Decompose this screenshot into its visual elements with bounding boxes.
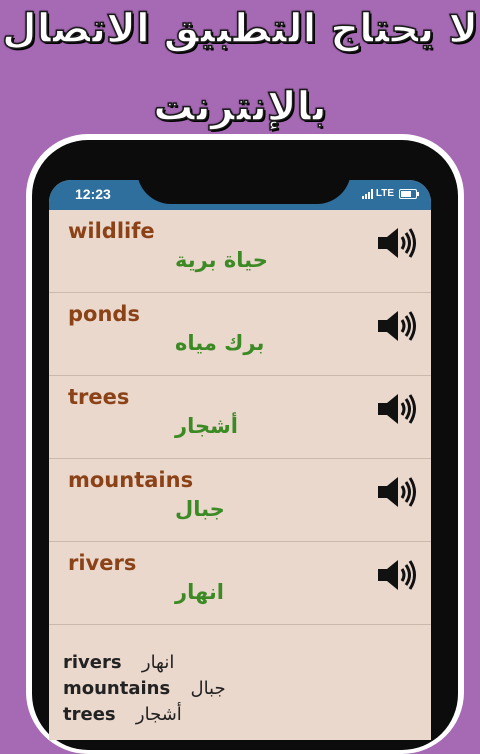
english-word: rivers xyxy=(68,551,137,575)
arabic-word: انهار xyxy=(175,580,224,604)
summary-line: mountains جبال xyxy=(63,678,226,702)
banner-line-1: لا يحتاج التطبيق الاتصال xyxy=(1,5,478,53)
arabic-word: أشجار xyxy=(175,414,238,438)
word-row[interactable]: mountains جبال xyxy=(49,459,431,542)
summary-arabic: أشجار xyxy=(135,704,182,725)
speaker-icon[interactable] xyxy=(375,226,419,260)
speaker-icon[interactable] xyxy=(375,309,419,343)
phone-notch xyxy=(137,140,351,204)
summary-line: rivers انهار xyxy=(63,652,174,676)
english-word: trees xyxy=(68,385,130,409)
banner-line-2: بالإنترنت xyxy=(153,83,328,131)
status-indicators: LTE xyxy=(361,188,419,199)
word-summary: rivers انهار mountains جبال trees أشجار xyxy=(49,628,431,740)
phone-screen: 12:23 LTE wildlife حياة برية ponds برك م… xyxy=(49,180,431,740)
arabic-word: برك مياه xyxy=(175,331,265,355)
word-list: wildlife حياة برية ponds برك مياه trees … xyxy=(49,210,431,625)
english-word: mountains xyxy=(68,468,194,492)
summary-english: mountains xyxy=(63,678,171,699)
signal-icon xyxy=(361,188,373,199)
arabic-word: حياة برية xyxy=(175,248,268,272)
network-label: LTE xyxy=(375,188,394,199)
word-row[interactable]: trees أشجار xyxy=(49,376,431,459)
summary-line: trees أشجار xyxy=(63,704,182,728)
status-time: 12:23 xyxy=(75,186,111,202)
summary-english: trees xyxy=(63,704,116,725)
speaker-icon[interactable] xyxy=(375,558,419,592)
speaker-icon[interactable] xyxy=(375,475,419,509)
english-word: wildlife xyxy=(68,219,155,243)
english-word: ponds xyxy=(68,302,140,326)
summary-english: rivers xyxy=(63,652,122,673)
word-row[interactable]: rivers انهار xyxy=(49,542,431,625)
summary-arabic: جبال xyxy=(190,678,226,699)
word-row[interactable]: wildlife حياة برية xyxy=(49,210,431,293)
battery-icon xyxy=(399,188,419,199)
speaker-icon[interactable] xyxy=(375,392,419,426)
summary-arabic: انهار xyxy=(141,652,175,673)
arabic-word: جبال xyxy=(175,497,225,521)
word-row[interactable]: ponds برك مياه xyxy=(49,293,431,376)
